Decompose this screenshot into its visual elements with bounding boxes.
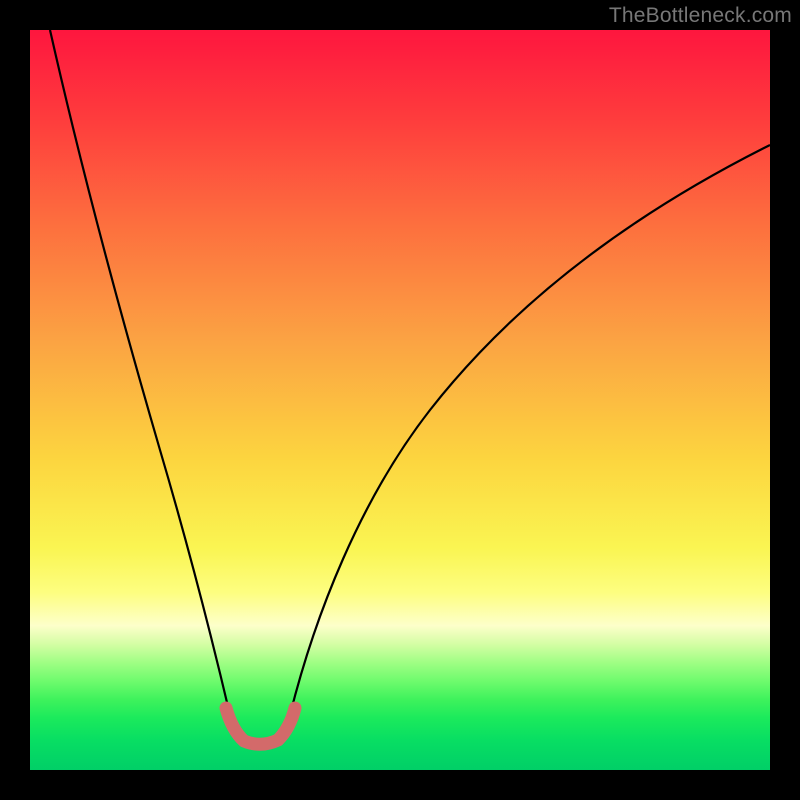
watermark-text: TheBottleneck.com xyxy=(609,4,792,28)
chart-frame: TheBottleneck.com xyxy=(0,0,800,800)
chart-gradient-area xyxy=(30,30,770,770)
